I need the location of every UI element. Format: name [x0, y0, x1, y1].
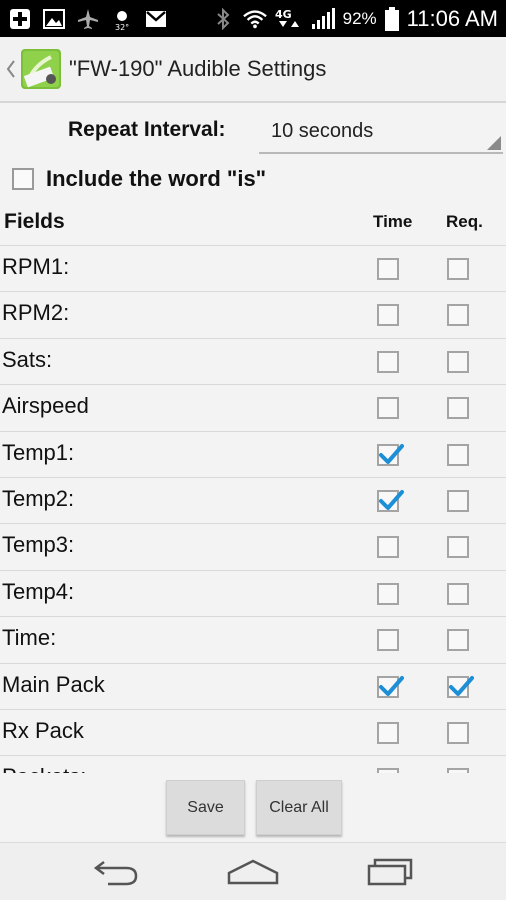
field-label: Main Pack	[2, 671, 105, 697]
time-checkbox[interactable]	[377, 443, 404, 466]
field-row: RPM1:	[0, 246, 506, 293]
back-icon[interactable]	[86, 853, 146, 891]
include-is-row[interactable]: Include the word "is"	[0, 160, 506, 200]
req-checkbox[interactable]	[447, 536, 469, 559]
page-title: "FW-190" Audible Settings	[69, 56, 327, 81]
field-row: Temp3:	[0, 524, 506, 571]
time-checkbox[interactable]	[377, 582, 399, 605]
req-checkbox[interactable]	[447, 768, 469, 773]
repeat-interval-spinner[interactable]: 10 seconds	[259, 112, 503, 154]
battery-percent: 92%	[342, 8, 377, 28]
field-row: Rx Pack	[0, 710, 506, 757]
req-checkbox[interactable]	[447, 397, 469, 420]
dropdown-arrow-icon	[487, 136, 501, 150]
field-label: RPM1:	[2, 254, 70, 279]
weather-icon: 32°	[110, 7, 134, 31]
fields-header: Fields	[4, 210, 65, 233]
req-checkbox[interactable]	[447, 304, 469, 327]
field-row: Main Pack	[0, 664, 506, 710]
field-label: Time:	[2, 625, 57, 651]
home-icon[interactable]	[223, 853, 283, 891]
image-icon	[42, 7, 66, 31]
field-label: Temp1:	[2, 439, 75, 465]
time-checkbox[interactable]	[377, 489, 404, 512]
field-label: Temp2:	[2, 485, 75, 511]
time-checkbox[interactable]	[377, 629, 399, 652]
field-row: Airspeed	[0, 385, 506, 432]
network-icon: 4G	[275, 7, 303, 31]
clear-all-button[interactable]: Clear All	[256, 780, 342, 835]
up-caret-icon[interactable]	[3, 54, 19, 84]
field-label: Airspeed	[2, 393, 89, 419]
time-checkbox[interactable]	[377, 675, 404, 698]
field-label: RPM2:	[2, 300, 70, 326]
field-row: Temp1:	[0, 432, 506, 478]
req-checkbox[interactable]	[447, 258, 469, 280]
req-checkbox[interactable]	[447, 582, 469, 605]
time-checkbox[interactable]	[377, 721, 399, 744]
repeat-interval-label: Repeat Interval:	[68, 118, 226, 141]
app-logo-icon[interactable]	[21, 49, 61, 89]
svg-text:32°: 32°	[115, 23, 129, 31]
req-checkbox[interactable]	[447, 629, 469, 652]
signal-icon	[311, 7, 335, 31]
repeat-interval-value: 10 seconds	[271, 120, 374, 142]
field-row: Temp2:	[0, 478, 506, 525]
req-checkbox[interactable]	[447, 350, 469, 373]
field-label: Temp4:	[2, 578, 75, 604]
req-header: Req.	[446, 212, 483, 231]
time-checkbox[interactable]	[377, 350, 399, 373]
repeat-interval-row: Repeat Interval: 10 seconds	[0, 108, 506, 154]
action-bar: "FW-190" Audible Settings	[0, 37, 506, 103]
req-checkbox[interactable]	[447, 489, 469, 512]
time-header: Time	[373, 212, 413, 231]
gmail-icon	[144, 7, 168, 31]
fields-list[interactable]: RPM1: RPM2: Sats: Airspeed Temp1: Temp2: Temp3…	[0, 246, 506, 773]
field-row: Temp4:	[0, 571, 506, 618]
status-bar: 32° 4G 92% 11:06 AM	[0, 0, 506, 37]
req-checkbox[interactable]	[447, 675, 474, 698]
svg-text:4G: 4G	[275, 8, 292, 21]
time-checkbox[interactable]	[377, 397, 399, 420]
field-row: Packets:	[0, 756, 506, 773]
field-label: Rx Pack	[2, 717, 84, 743]
bluetooth-icon	[211, 7, 235, 31]
wifi-icon	[242, 7, 267, 31]
field-row: Time:	[0, 617, 506, 664]
airplane-icon	[76, 7, 100, 31]
time-checkbox[interactable]	[377, 536, 399, 559]
include-is-checkbox[interactable]	[12, 168, 34, 190]
field-label: Temp3:	[2, 532, 75, 558]
plus-icon	[8, 7, 32, 31]
field-row: RPM2:	[0, 292, 506, 339]
clock: 11:06 AM	[406, 5, 498, 31]
field-row: Sats:	[0, 339, 506, 386]
table-header: Fields Time Req.	[0, 200, 506, 246]
req-checkbox[interactable]	[447, 443, 469, 466]
include-is-label: Include the word "is"	[46, 166, 267, 191]
battery-icon	[384, 6, 399, 31]
save-button[interactable]: Save	[166, 780, 245, 835]
field-label: Sats:	[2, 346, 53, 372]
time-checkbox[interactable]	[377, 304, 399, 327]
req-checkbox[interactable]	[447, 721, 469, 744]
time-checkbox[interactable]	[377, 768, 399, 773]
time-checkbox[interactable]	[377, 258, 399, 280]
recent-apps-icon[interactable]	[360, 853, 420, 891]
navigation-bar	[0, 842, 506, 900]
field-label: Packets:	[2, 764, 86, 773]
